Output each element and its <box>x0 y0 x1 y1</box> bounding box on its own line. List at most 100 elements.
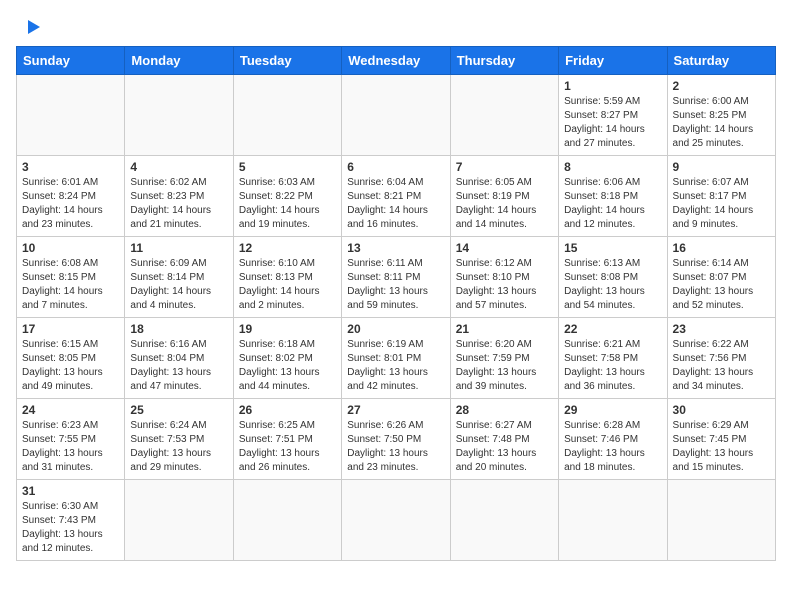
day-info: Sunrise: 6:00 AM Sunset: 8:25 PM Dayligh… <box>673 95 770 151</box>
day-number: 21 <box>456 322 553 336</box>
calendar-cell: 26Sunrise: 6:25 AM Sunset: 7:51 PM Dayli… <box>233 399 341 480</box>
calendar-cell: 6 Sunrise: 6:04 AM Sunset: 8:21 PM Daylig… <box>342 156 450 237</box>
day-number: 28 <box>456 403 553 417</box>
calendar-cell: 3 Sunrise: 6:01 AM Sunset: 8:24 PM Daylig… <box>17 156 125 237</box>
day-info: Sunrise: 6:04 AM Sunset: 8:21 PM Dayligh… <box>347 176 444 232</box>
day-info: Sunrise: 6:27 AM Sunset: 7:48 PM Dayligh… <box>456 419 553 475</box>
day-info: Sunrise: 6:26 AM Sunset: 7:50 PM Dayligh… <box>347 419 444 475</box>
day-info: Sunrise: 6:20 AM Sunset: 7:59 PM Dayligh… <box>456 338 553 394</box>
day-number: 5 <box>239 160 336 174</box>
day-number: 3 <box>22 160 119 174</box>
calendar-cell: 13 Sunrise: 6:11 AM Sunset: 8:11 PM Dayli… <box>342 237 450 318</box>
calendar-cell <box>342 480 450 561</box>
day-info: Sunrise: 6:11 AM Sunset: 8:11 PM Dayligh… <box>347 257 444 313</box>
day-number: 18 <box>130 322 227 336</box>
day-number: 2 <box>673 79 770 93</box>
day-info: Sunrise: 6:16 AM Sunset: 8:04 PM Dayligh… <box>130 338 227 394</box>
calendar-week-2: 3 Sunrise: 6:01 AM Sunset: 8:24 PM Daylig… <box>17 156 776 237</box>
calendar-cell: 25Sunrise: 6:24 AM Sunset: 7:53 PM Dayli… <box>125 399 233 480</box>
calendar-cell <box>125 75 233 156</box>
day-info: Sunrise: 6:24 AM Sunset: 7:53 PM Dayligh… <box>130 419 227 475</box>
calendar-cell: 27 Sunrise: 6:26 AM Sunset: 7:50 PM Dayli… <box>342 399 450 480</box>
day-number: 20 <box>347 322 444 336</box>
calendar-cell <box>233 480 341 561</box>
day-number: 27 <box>347 403 444 417</box>
day-number: 4 <box>130 160 227 174</box>
weekday-header-tuesday: Tuesday <box>233 47 341 75</box>
day-number: 8 <box>564 160 661 174</box>
day-info: Sunrise: 6:22 AM Sunset: 7:56 PM Dayligh… <box>673 338 770 394</box>
day-number: 14 <box>456 241 553 255</box>
calendar-cell: 24 Sunrise: 6:23 AM Sunset: 7:55 PM Dayli… <box>17 399 125 480</box>
day-info: Sunrise: 6:25 AM Sunset: 7:51 PM Dayligh… <box>239 419 336 475</box>
calendar-cell <box>559 480 667 561</box>
calendar-cell: 31Sunrise: 6:30 AM Sunset: 7:43 PM Dayli… <box>17 480 125 561</box>
day-number: 7 <box>456 160 553 174</box>
day-number: 11 <box>130 241 227 255</box>
day-info: Sunrise: 6:05 AM Sunset: 8:19 PM Dayligh… <box>456 176 553 232</box>
page-header <box>16 16 776 38</box>
calendar-cell <box>450 480 558 561</box>
day-info: Sunrise: 6:01 AM Sunset: 8:24 PM Dayligh… <box>22 176 119 232</box>
weekday-header-monday: Monday <box>125 47 233 75</box>
day-number: 15 <box>564 241 661 255</box>
weekday-header-thursday: Thursday <box>450 47 558 75</box>
calendar-cell: 9 Sunrise: 6:07 AM Sunset: 8:17 PM Daylig… <box>667 156 775 237</box>
day-info: Sunrise: 6:13 AM Sunset: 8:08 PM Dayligh… <box>564 257 661 313</box>
calendar-cell: 5Sunrise: 6:03 AM Sunset: 8:22 PM Daylig… <box>233 156 341 237</box>
logo-icon <box>20 16 42 38</box>
calendar-cell: 10 Sunrise: 6:08 AM Sunset: 8:15 PM Dayli… <box>17 237 125 318</box>
calendar-week-4: 17Sunrise: 6:15 AM Sunset: 8:05 PM Dayli… <box>17 318 776 399</box>
day-info: Sunrise: 6:06 AM Sunset: 8:18 PM Dayligh… <box>564 176 661 232</box>
calendar-cell: 28 Sunrise: 6:27 AM Sunset: 7:48 PM Dayli… <box>450 399 558 480</box>
weekday-header-row: SundayMondayTuesdayWednesdayThursdayFrid… <box>17 47 776 75</box>
day-number: 22 <box>564 322 661 336</box>
day-info: Sunrise: 6:23 AM Sunset: 7:55 PM Dayligh… <box>22 419 119 475</box>
calendar-cell: 20 Sunrise: 6:19 AM Sunset: 8:01 PM Dayli… <box>342 318 450 399</box>
calendar-cell: 15 Sunrise: 6:13 AM Sunset: 8:08 PM Dayli… <box>559 237 667 318</box>
day-info: Sunrise: 5:59 AM Sunset: 8:27 PM Dayligh… <box>564 95 661 151</box>
day-number: 24 <box>22 403 119 417</box>
calendar-week-5: 24 Sunrise: 6:23 AM Sunset: 7:55 PM Dayli… <box>17 399 776 480</box>
day-info: Sunrise: 6:28 AM Sunset: 7:46 PM Dayligh… <box>564 419 661 475</box>
calendar-cell: 12 Sunrise: 6:10 AM Sunset: 8:13 PM Dayli… <box>233 237 341 318</box>
day-number: 6 <box>347 160 444 174</box>
calendar-cell: 14Sunrise: 6:12 AM Sunset: 8:10 PM Dayli… <box>450 237 558 318</box>
calendar-cell <box>17 75 125 156</box>
calendar-cell: 19Sunrise: 6:18 AM Sunset: 8:02 PM Dayli… <box>233 318 341 399</box>
day-info: Sunrise: 6:15 AM Sunset: 8:05 PM Dayligh… <box>22 338 119 394</box>
calendar-cell: 7 Sunrise: 6:05 AM Sunset: 8:19 PM Daylig… <box>450 156 558 237</box>
day-info: Sunrise: 6:21 AM Sunset: 7:58 PM Dayligh… <box>564 338 661 394</box>
weekday-header-wednesday: Wednesday <box>342 47 450 75</box>
day-number: 1 <box>564 79 661 93</box>
calendar-cell: 30Sunrise: 6:29 AM Sunset: 7:45 PM Dayli… <box>667 399 775 480</box>
day-number: 12 <box>239 241 336 255</box>
day-info: Sunrise: 6:29 AM Sunset: 7:45 PM Dayligh… <box>673 419 770 475</box>
day-number: 10 <box>22 241 119 255</box>
day-info: Sunrise: 6:08 AM Sunset: 8:15 PM Dayligh… <box>22 257 119 313</box>
weekday-header-friday: Friday <box>559 47 667 75</box>
day-info: Sunrise: 6:14 AM Sunset: 8:07 PM Dayligh… <box>673 257 770 313</box>
day-number: 31 <box>22 484 119 498</box>
calendar-week-3: 10 Sunrise: 6:08 AM Sunset: 8:15 PM Dayli… <box>17 237 776 318</box>
calendar-week-6: 31Sunrise: 6:30 AM Sunset: 7:43 PM Dayli… <box>17 480 776 561</box>
calendar-cell: 8 Sunrise: 6:06 AM Sunset: 8:18 PM Daylig… <box>559 156 667 237</box>
calendar-table: SundayMondayTuesdayWednesdayThursdayFrid… <box>16 46 776 561</box>
calendar-cell: 2 Sunrise: 6:00 AM Sunset: 8:25 PM Daylig… <box>667 75 775 156</box>
calendar-cell: 16 Sunrise: 6:14 AM Sunset: 8:07 PM Dayli… <box>667 237 775 318</box>
calendar-cell <box>667 480 775 561</box>
day-info: Sunrise: 6:10 AM Sunset: 8:13 PM Dayligh… <box>239 257 336 313</box>
day-number: 23 <box>673 322 770 336</box>
calendar-cell: 1 Sunrise: 5:59 AM Sunset: 8:27 PM Daylig… <box>559 75 667 156</box>
day-info: Sunrise: 6:19 AM Sunset: 8:01 PM Dayligh… <box>347 338 444 394</box>
day-number: 9 <box>673 160 770 174</box>
day-info: Sunrise: 6:18 AM Sunset: 8:02 PM Dayligh… <box>239 338 336 394</box>
day-number: 13 <box>347 241 444 255</box>
day-info: Sunrise: 6:07 AM Sunset: 8:17 PM Dayligh… <box>673 176 770 232</box>
day-number: 29 <box>564 403 661 417</box>
calendar-cell: 17Sunrise: 6:15 AM Sunset: 8:05 PM Dayli… <box>17 318 125 399</box>
calendar-cell <box>450 75 558 156</box>
day-number: 16 <box>673 241 770 255</box>
calendar-cell: 29 Sunrise: 6:28 AM Sunset: 7:46 PM Dayli… <box>559 399 667 480</box>
calendar-cell <box>342 75 450 156</box>
